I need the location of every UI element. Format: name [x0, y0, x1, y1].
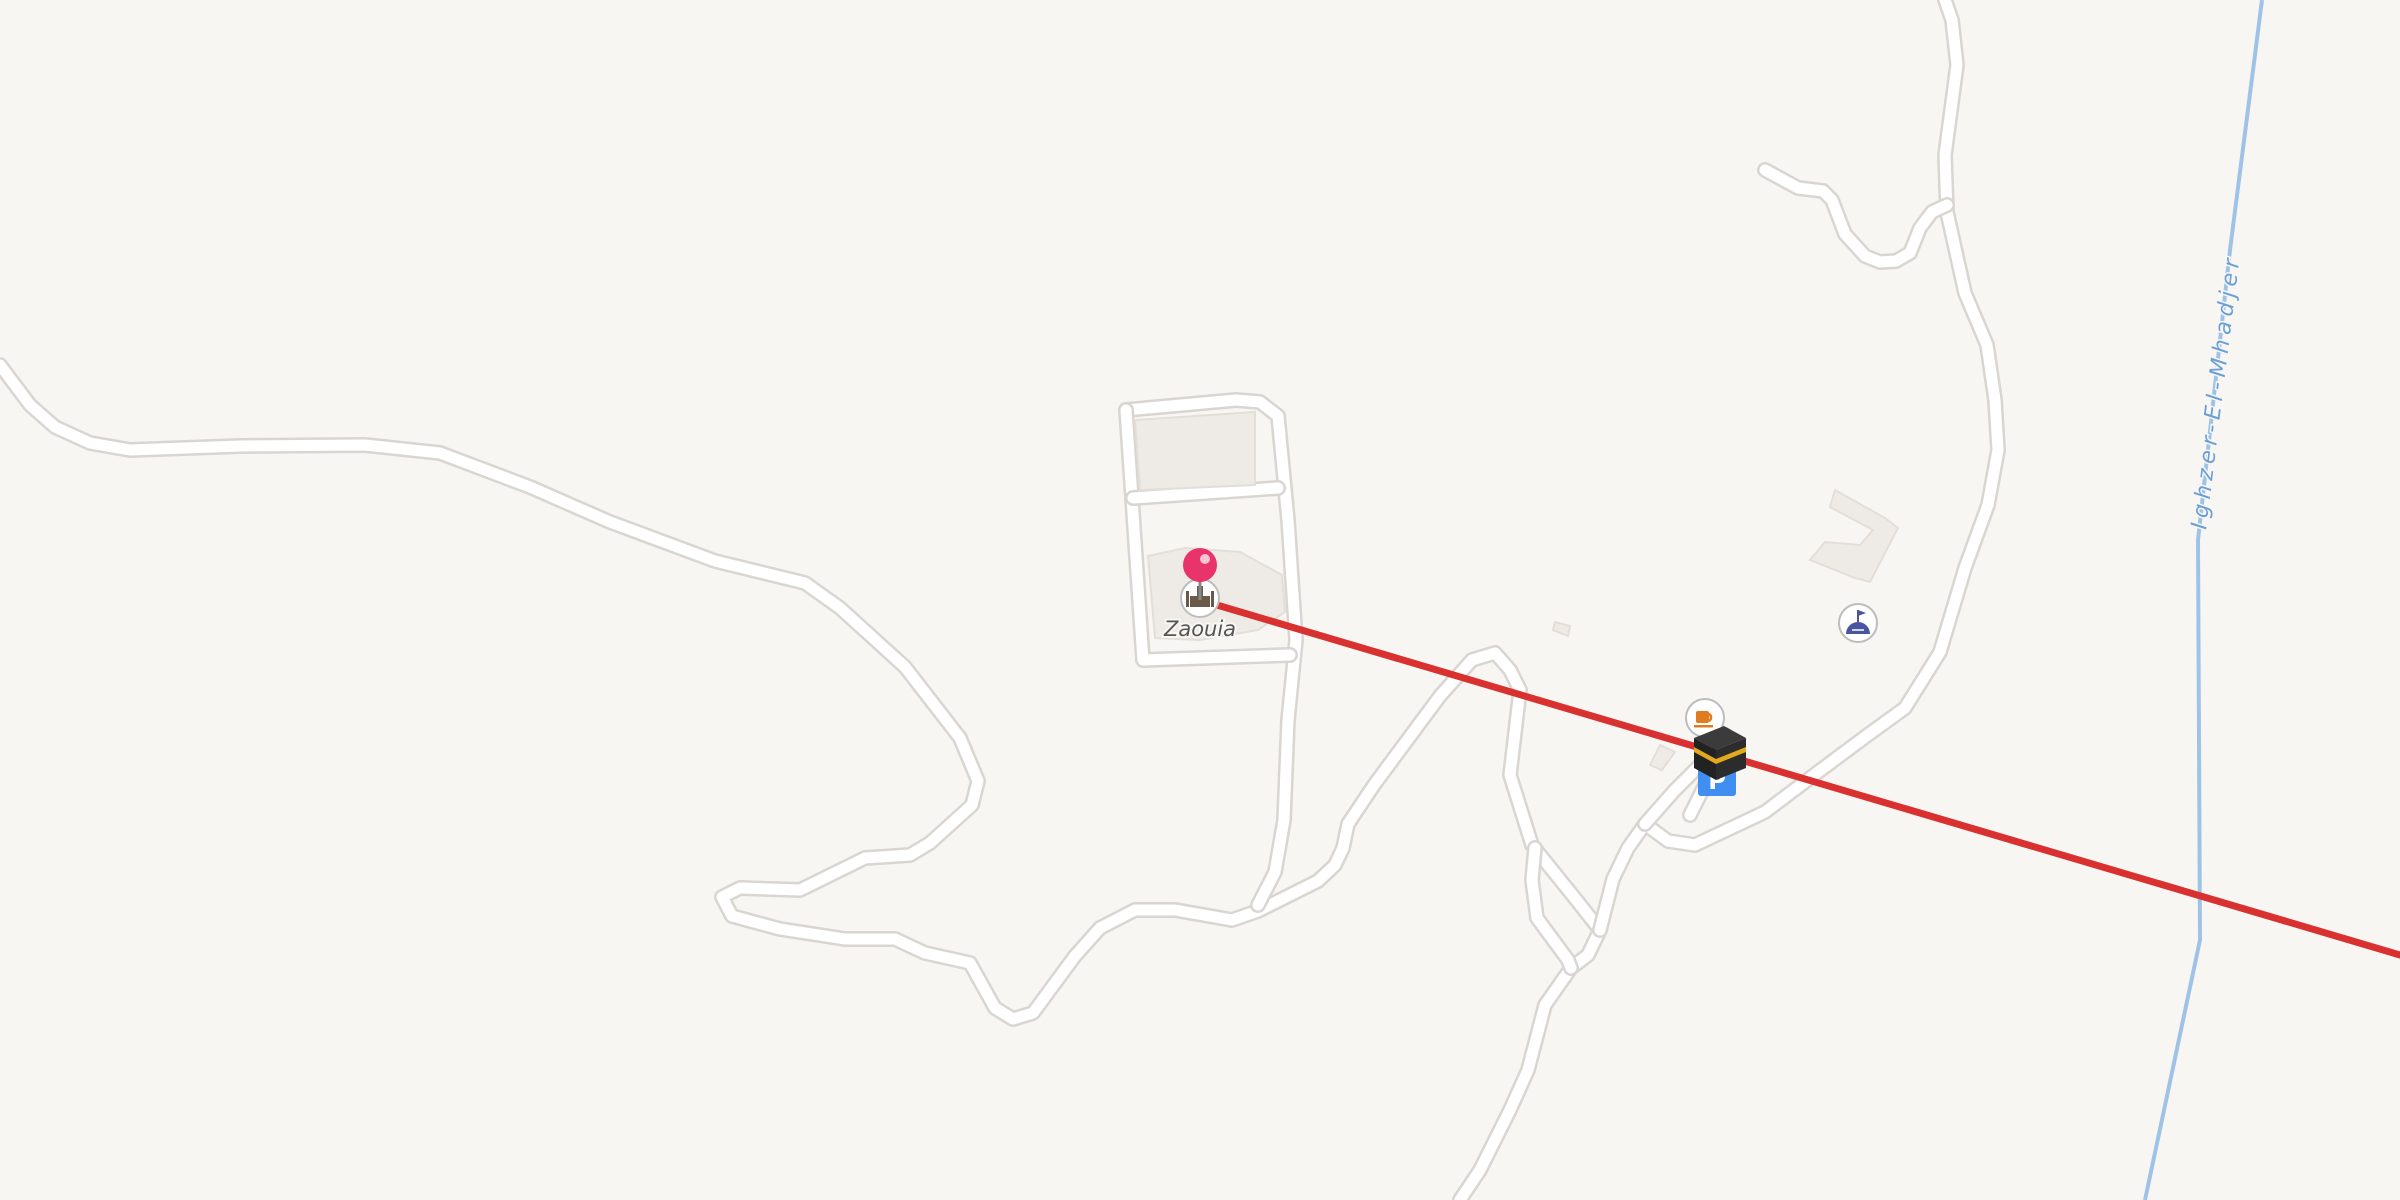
river-name: Ighzer-El-Mhadjer [2187, 252, 2246, 530]
road-west [0, 357, 1608, 1200]
map-canvas[interactable]: Ighzer-El-Mhadjer Zaouia P [0, 0, 2400, 1200]
place-label: Zaouia [1163, 617, 1236, 641]
building [1133, 410, 1256, 492]
building [1551, 620, 1572, 638]
river [2143, 0, 2264, 1200]
building [1808, 488, 1900, 584]
road-east [1524, 0, 2006, 976]
river-label: Ighzer-El-Mhadjer [2186, 251, 2248, 532]
flag-poi-icon[interactable] [1838, 603, 1878, 643]
building [1648, 743, 1677, 772]
road-network [0, 0, 2006, 1200]
